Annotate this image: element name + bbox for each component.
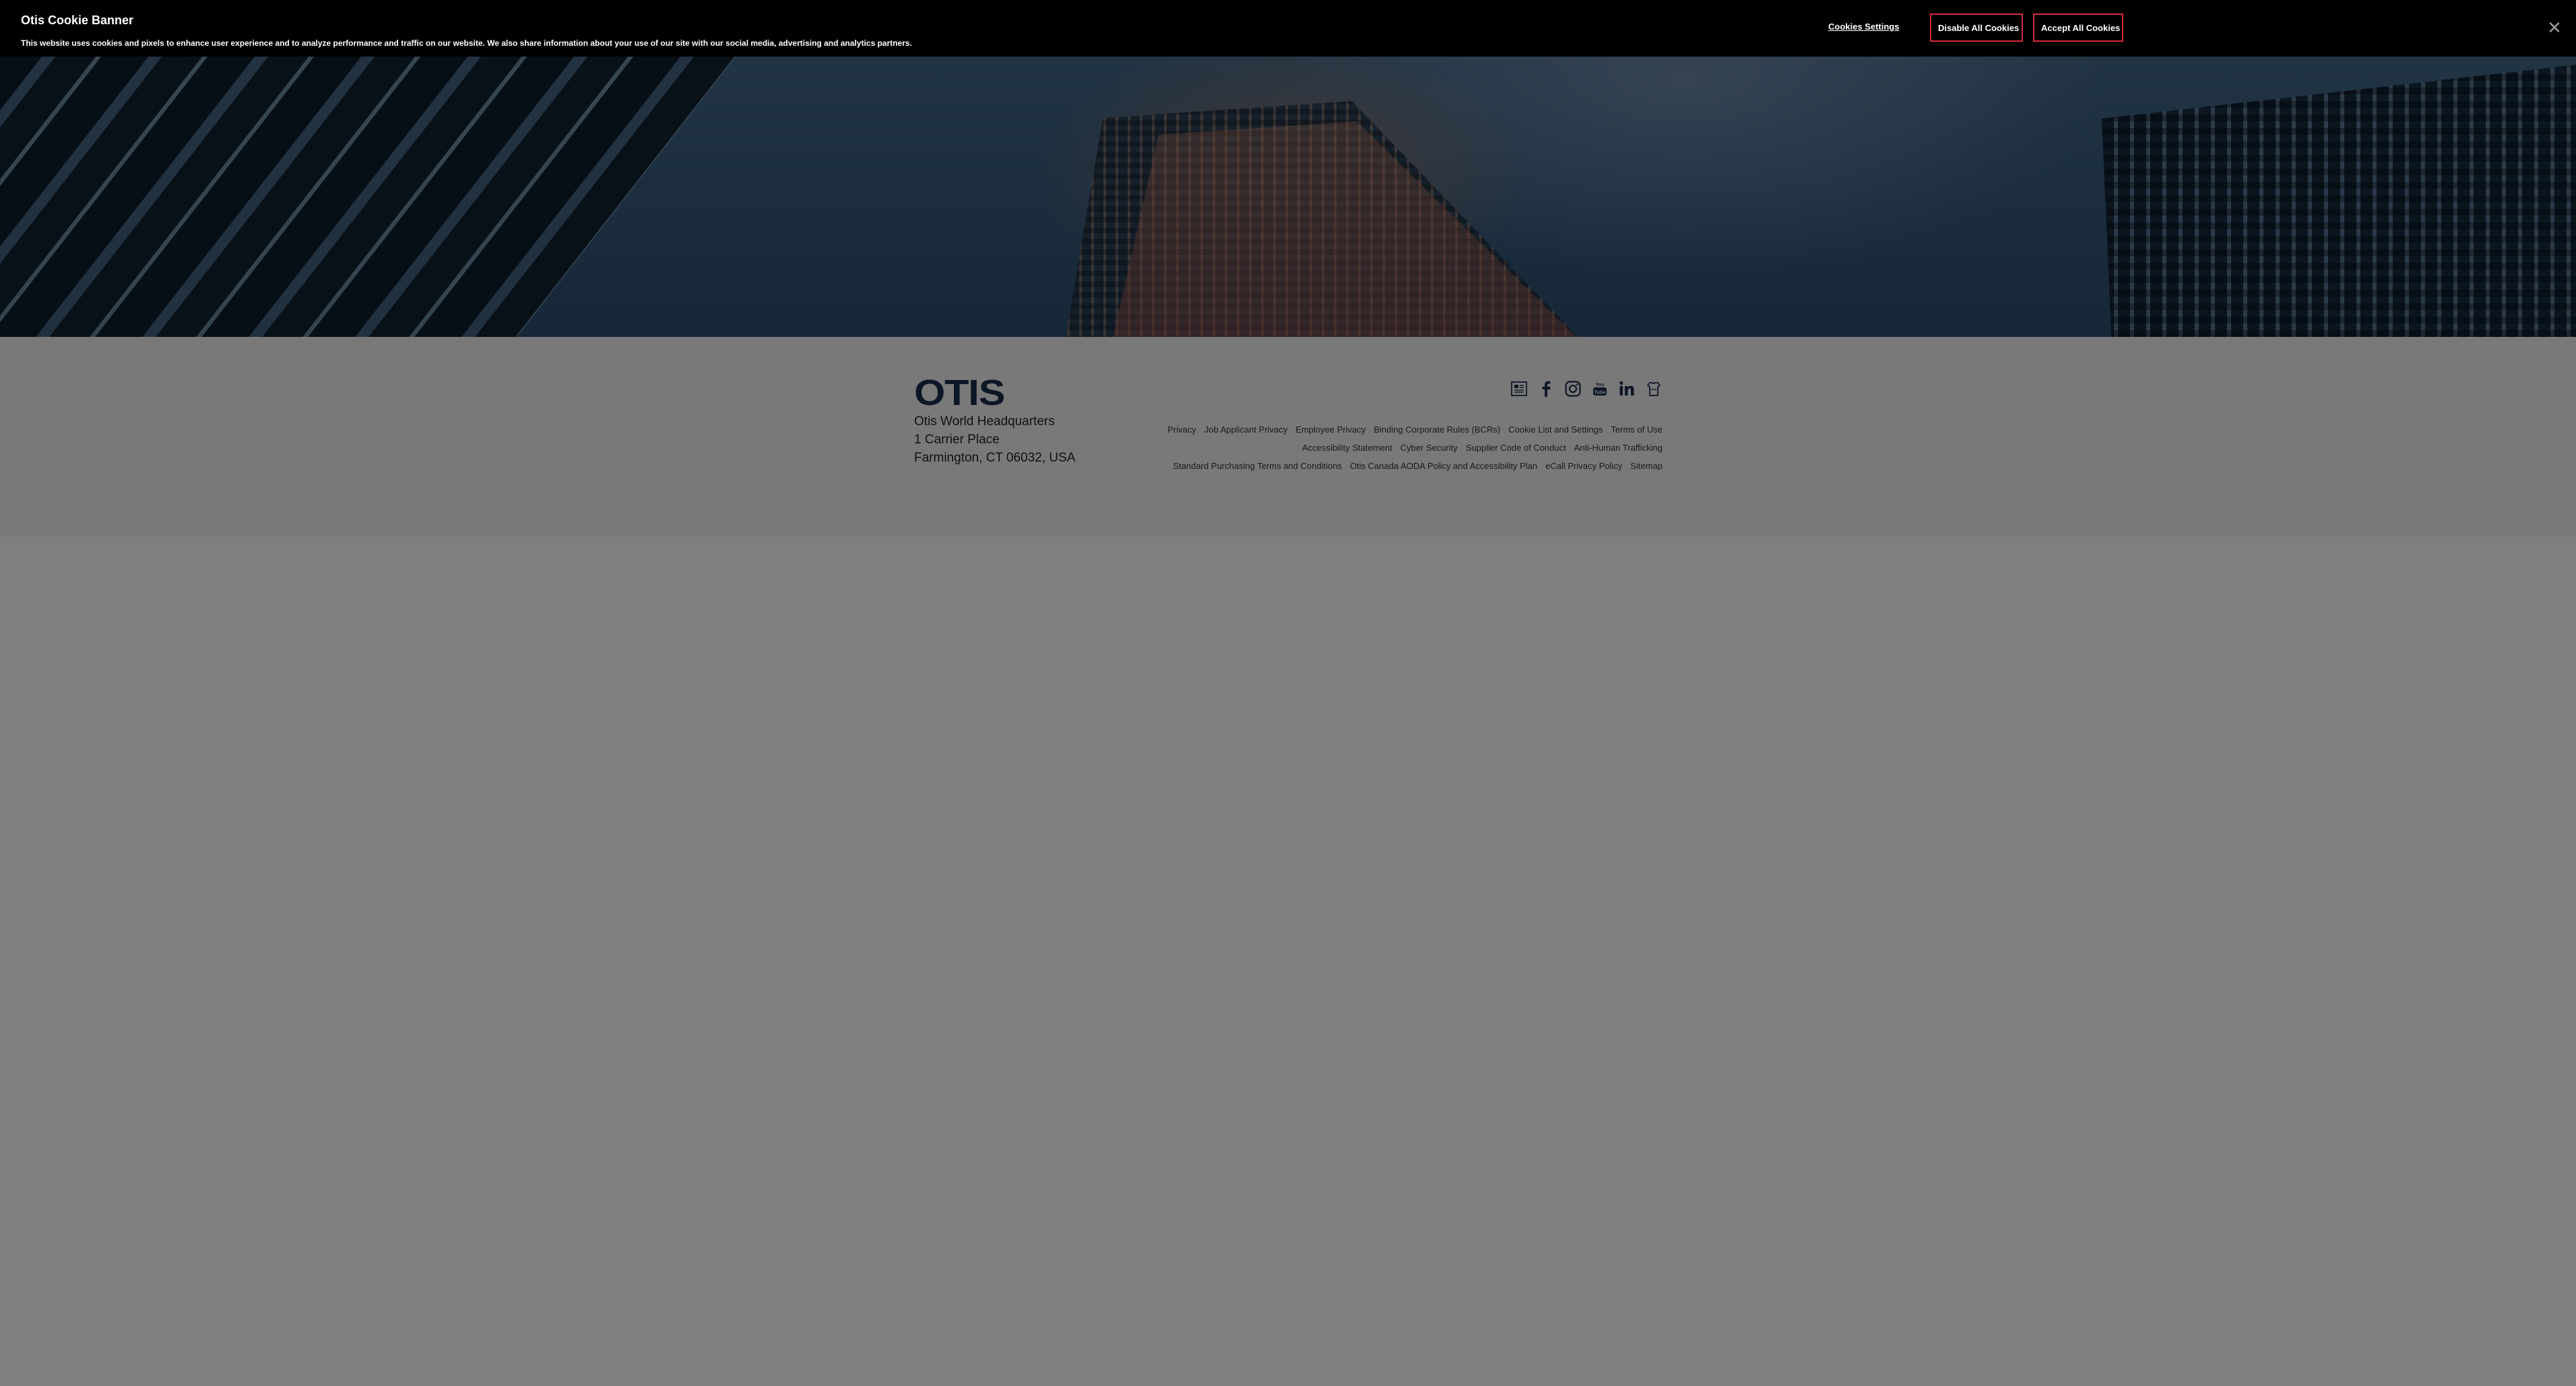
disable-all-cookies-button[interactable]: Disable All Cookies	[1930, 13, 2023, 42]
cookie-banner-title: Otis Cookie Banner	[21, 13, 134, 27]
page: OTIS Otis World Headquarters 1 Carrier P…	[0, 0, 2576, 1386]
cookie-banner-text: This website uses cookies and pixels to …	[21, 38, 912, 48]
modal-overlay[interactable]	[0, 57, 2576, 1386]
cookie-banner: Otis Cookie Banner This website uses coo…	[0, 0, 2576, 57]
cookies-settings-link[interactable]: Cookies Settings	[1828, 22, 1899, 32]
close-icon[interactable]: ✕	[2546, 19, 2563, 36]
accept-all-cookies-button[interactable]: Accept All Cookies	[2033, 13, 2123, 42]
